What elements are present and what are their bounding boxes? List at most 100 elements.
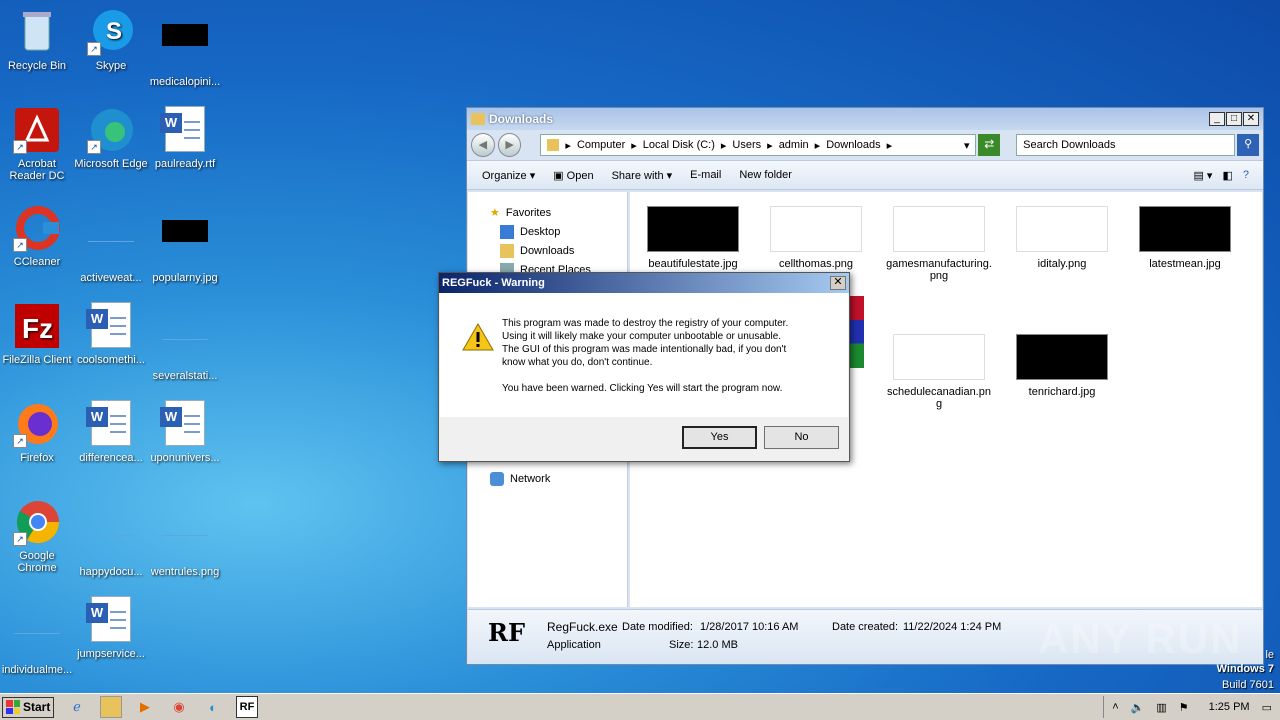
breadcrumb-computer[interactable]: Computer [577, 139, 625, 151]
share-with-button[interactable]: Share with ▾ [612, 169, 673, 182]
nav-network[interactable]: Network [490, 472, 550, 486]
desktop-icon-file[interactable]: W uponunivers... [148, 400, 222, 464]
show-hidden-icons-icon[interactable]: ˄ [1112, 701, 1118, 713]
desktop-icon-file[interactable]: W coolsomethi... [74, 302, 148, 366]
internet-explorer-icon[interactable]: ℯ [66, 696, 88, 718]
desktop-icon-chrome[interactable]: ↗ Google Chrome [0, 498, 74, 574]
file-item[interactable]: gamesmanufacturing.png [884, 206, 994, 282]
address-bar[interactable]: ▸ Computer ▸ Local Disk (C:) ▸ Users ▸ a… [540, 134, 977, 156]
desktop-icon-skype[interactable]: S ↗ Skype [74, 8, 148, 72]
forward-button[interactable]: ▶ [497, 133, 522, 157]
word-document-icon: W [86, 400, 131, 446]
desktop-icon-file[interactable]: wentrules.png [148, 498, 222, 578]
explorer-titlebar[interactable]: Downloads _ □ ✕ [467, 108, 1263, 130]
email-button[interactable]: E-mail [690, 169, 721, 181]
file-item[interactable]: tenrichard.jpg [1007, 334, 1117, 398]
desktop-icon-recycle-bin[interactable]: Recycle Bin [0, 8, 74, 72]
new-folder-button[interactable]: New folder [739, 169, 792, 181]
star-icon: ★ [490, 207, 500, 219]
window-title: Downloads [489, 112, 554, 126]
desktop-icon-edge[interactable]: ↗ Microsoft Edge [74, 106, 148, 170]
action-center-flag-icon[interactable]: ⚑ [1179, 701, 1189, 714]
detail-type: Application [547, 639, 601, 651]
clock[interactable]: 1:25 PM [1209, 701, 1250, 713]
start-button[interactable]: Start [2, 696, 54, 718]
desktop-icon-file[interactable]: individualme... [0, 596, 74, 676]
desktop-icon-ccleaner[interactable]: ↗ CCleaner [0, 204, 74, 268]
regfuck-taskbar-icon[interactable]: RF [236, 696, 258, 718]
desktop-icon-filezilla[interactable]: Fz FileZilla Client [0, 302, 74, 366]
desktop-icon-file[interactable]: W jumpservice... [74, 596, 148, 660]
file-item[interactable]: schedulecanadian.png [884, 334, 994, 410]
desktop: { "desktop": { "icons": [ {"label": "Rec… [0, 0, 1280, 720]
breadcrumb-local-disk[interactable]: Local Disk (C:) [643, 139, 715, 151]
dialog-body: This program was made to destroy the reg… [440, 293, 848, 417]
no-button[interactable]: No [764, 426, 839, 449]
desktop-icon-file[interactable]: popularny.jpg [148, 204, 222, 284]
desktop-icon-file[interactable]: W paulready.rtf [148, 106, 222, 170]
folder-icon [471, 113, 485, 125]
chevron-right-icon[interactable]: ▸ [721, 139, 727, 152]
search-icon[interactable]: ⚲ [1237, 134, 1260, 156]
nav-downloads[interactable]: Downloads [500, 244, 574, 258]
os-watermark-version: Windows 7 [1216, 663, 1274, 675]
word-document-icon: W [160, 106, 205, 152]
firefox-icon: ↗ [13, 400, 61, 448]
show-desktop-icon[interactable]: ▭ [1262, 701, 1272, 714]
search-input[interactable]: Search Downloads [1016, 134, 1236, 156]
chrome-icon[interactable]: ◉ [168, 696, 190, 718]
dialog-titlebar[interactable]: REGFuck - Warning ✕ [439, 273, 849, 293]
view-options-icon[interactable]: ▤ ▾ [1193, 169, 1212, 182]
volume-icon[interactable]: 🔈 [1131, 701, 1145, 714]
open-button[interactable]: ▣ Open [553, 169, 593, 182]
minimize-button[interactable]: _ [1209, 112, 1225, 126]
image-thumbnail-icon [14, 612, 60, 634]
help-icon[interactable]: ? [1243, 169, 1249, 182]
taskbar: Start ℯ ▶ ◉ ◐ RF ˄ 🔈 ▥ ⚑ 1:25 PM ▭ [0, 693, 1280, 720]
chevron-right-icon[interactable]: ▸ [631, 139, 637, 152]
breadcrumb-downloads[interactable]: Downloads [826, 139, 880, 151]
desktop-icon-file[interactable]: medicalopini... [148, 8, 222, 88]
nav-desktop[interactable]: Desktop [500, 225, 560, 239]
file-item[interactable]: iditaly.png [1007, 206, 1117, 270]
breadcrumb-users[interactable]: Users [732, 139, 761, 151]
windows-logo-icon [6, 700, 20, 714]
image-thumbnail-icon [647, 206, 739, 252]
warning-dialog: REGFuck - Warning ✕ This program was mad… [438, 272, 850, 462]
chevron-right-icon[interactable]: ▸ [565, 139, 571, 152]
desktop-icon-file[interactable]: activeweat... [74, 204, 148, 284]
word-document-icon: W [86, 596, 131, 642]
image-thumbnail-icon [1016, 206, 1108, 252]
file-item[interactable]: beautifulestate.jpg [638, 206, 748, 270]
file-item[interactable]: latestmean.jpg [1130, 206, 1240, 270]
close-button[interactable]: ✕ [1243, 112, 1259, 126]
preview-pane-icon[interactable]: ◧ [1222, 169, 1232, 182]
chevron-down-icon[interactable]: ▾ [964, 139, 970, 152]
file-item[interactable]: cellthomas.png [761, 206, 871, 270]
chevron-right-icon[interactable]: ▸ [767, 139, 773, 152]
breadcrumb-admin[interactable]: admin [779, 139, 809, 151]
media-player-icon[interactable]: ▶ [134, 696, 156, 718]
detail-size: 12.0 MB [697, 639, 738, 651]
desktop-icon-firefox[interactable]: ↗ Firefox [0, 400, 74, 464]
desktop-icon-file[interactable]: W differencea... [74, 400, 148, 464]
nav-favorites[interactable]: ★ Favorites [490, 206, 551, 220]
image-thumbnail-icon [893, 206, 985, 252]
acrobat-icon: ↗ [13, 106, 61, 154]
recycle-bin-icon [13, 8, 61, 56]
organize-button[interactable]: Organize ▾ [482, 169, 535, 182]
back-button[interactable]: ◀ [471, 133, 495, 157]
chevron-right-icon[interactable]: ▸ [815, 139, 821, 152]
refresh-button[interactable]: ⇄ [978, 134, 1001, 156]
chevron-right-icon[interactable]: ▸ [887, 139, 893, 152]
network-tray-icon[interactable]: ▥ [1156, 701, 1166, 714]
file-explorer-icon[interactable] [100, 696, 122, 718]
yes-button[interactable]: Yes [682, 426, 757, 449]
desktop-icon-file[interactable]: severalstati... [148, 302, 222, 382]
dialog-close-button[interactable]: ✕ [830, 276, 846, 290]
desktop-icon-file[interactable]: happydocu... [74, 498, 148, 578]
desktop-icon-acrobat[interactable]: ↗ Acrobat Reader DC [0, 106, 74, 182]
archive-icon [850, 296, 864, 368]
edge-icon[interactable]: ◐ [202, 696, 224, 718]
maximize-button[interactable]: □ [1226, 112, 1242, 126]
